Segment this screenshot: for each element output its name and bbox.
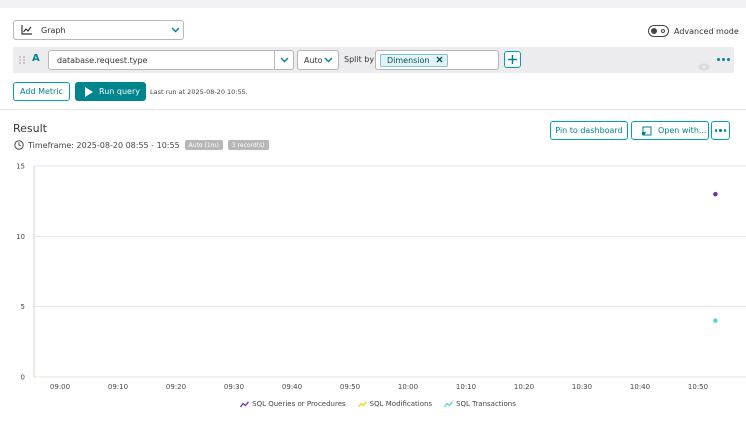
x-tick-label: 09:50: [340, 383, 360, 391]
line-series-icon: [444, 400, 454, 407]
x-tick-label: 10:10: [456, 383, 476, 391]
y-tick-label: 5: [21, 303, 25, 311]
data-point: [713, 191, 718, 197]
legend-label: SQL Queries or Procedures: [252, 400, 346, 408]
legend-label: SQL Transactions: [456, 400, 516, 408]
data-point: [713, 318, 718, 323]
x-tick-label: 10:30: [572, 383, 592, 391]
x-tick-label: 09:30: [224, 383, 244, 391]
line-series-icon: [240, 400, 250, 407]
x-tick-label: 10:40: [630, 383, 650, 391]
x-tick-label: 10:20: [514, 383, 534, 391]
line-series-icon: [357, 400, 367, 407]
x-tick-label: 09:40: [282, 383, 302, 391]
y-tick-label: 15: [16, 163, 25, 171]
x-tick-label: 09:20: [166, 383, 186, 391]
x-tick-label: 09:10: [108, 383, 128, 391]
legend-item[interactable]: SQL Modifications: [357, 400, 433, 408]
result-chart: 0 5 10 15 09:00 09:10 09:20 09:30 09:40 09:50 10:0…: [16, 163, 746, 391]
x-tick-label: 10:00: [398, 383, 418, 391]
x-tick-label: 09:00: [50, 383, 70, 391]
legend-item[interactable]: SQL Queries or Procedures: [240, 400, 346, 408]
legend-label: SQL Modifications: [369, 400, 433, 408]
chart-legend: SQL Queries or Procedures SQL Modificati…: [0, 400, 746, 408]
y-tick-label: 10: [16, 233, 25, 241]
legend-item[interactable]: SQL Transactions: [444, 400, 516, 408]
y-tick-label: 0: [21, 374, 25, 382]
x-tick-label: 10:50: [688, 383, 708, 391]
